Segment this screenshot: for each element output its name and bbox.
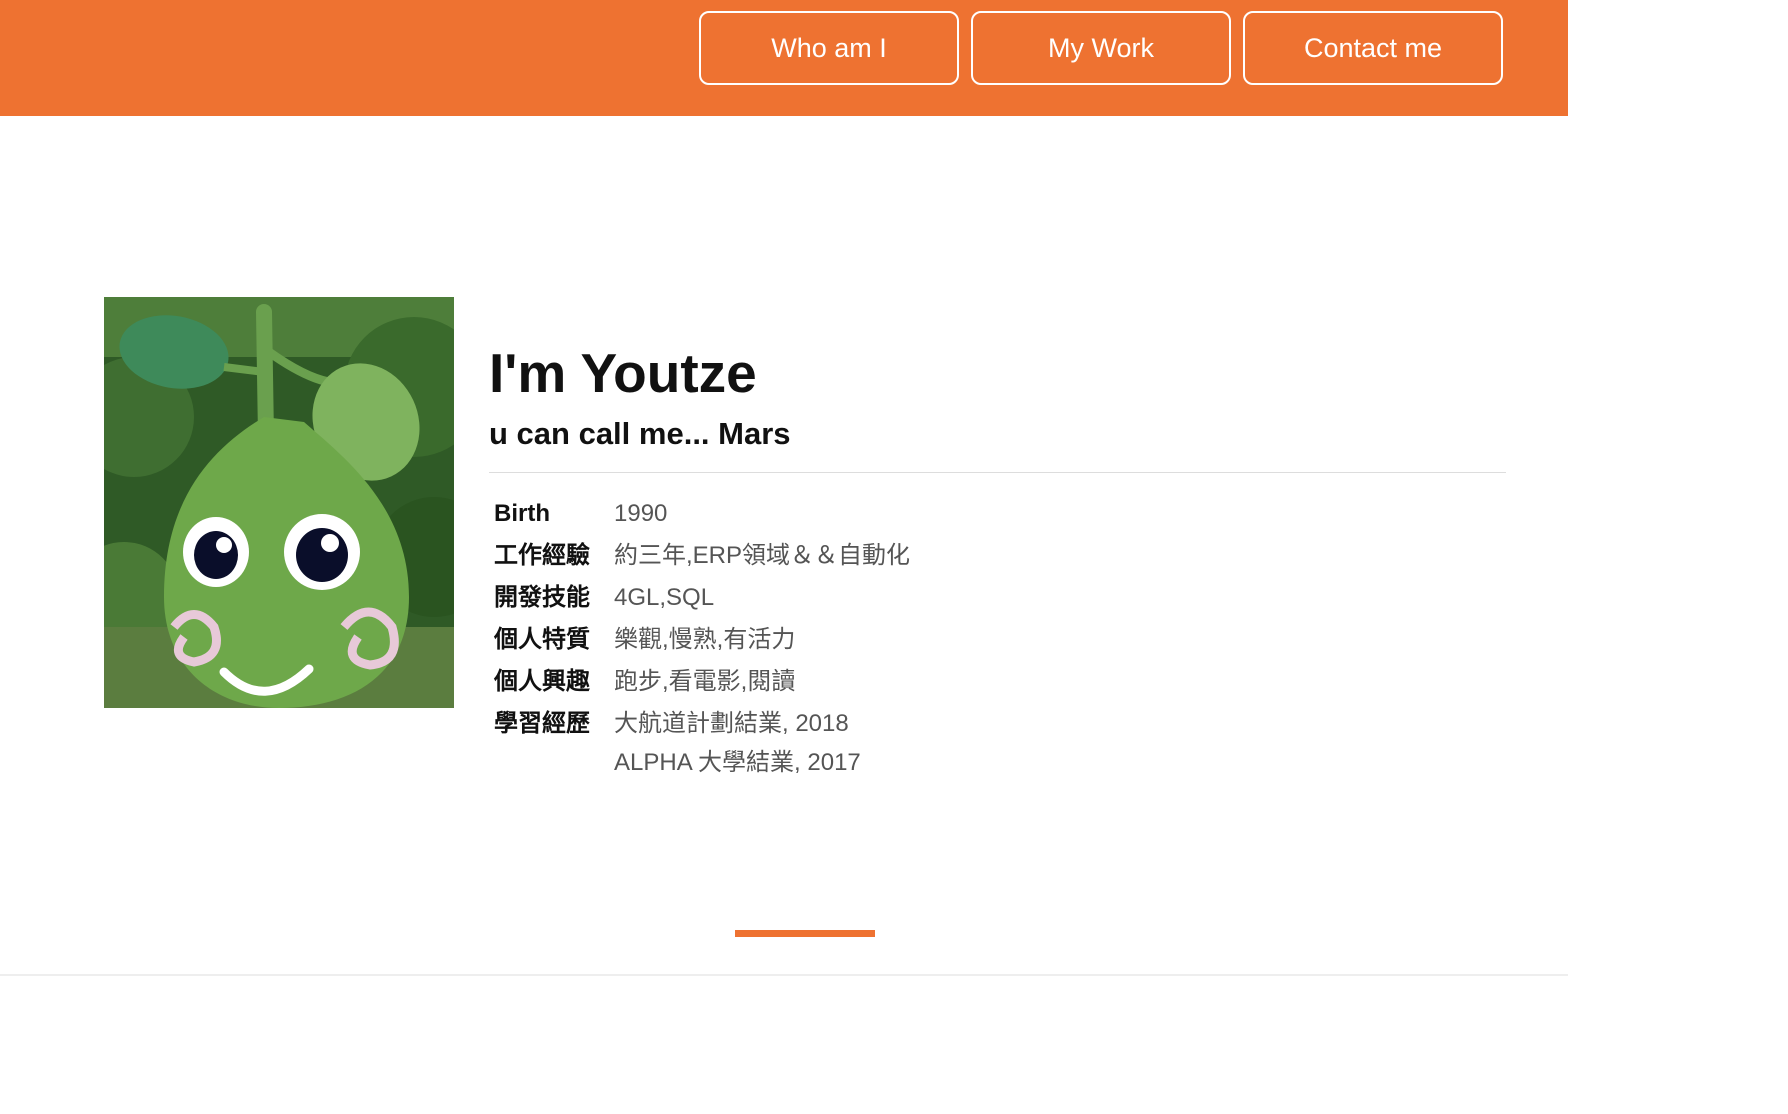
bottom-rule bbox=[0, 974, 1568, 976]
info-value-line: 1990 bbox=[614, 500, 668, 527]
info-label: 開發技能 bbox=[494, 584, 590, 611]
info-value: 跑步,看電影,閱讀 bbox=[614, 661, 910, 703]
info-value-line: 大航道計劃結業, 2018 bbox=[614, 710, 849, 737]
info-row-skills: 開發技能 4GL,SQL bbox=[489, 577, 910, 619]
nav-who-am-i-button[interactable]: Who am I bbox=[699, 11, 959, 85]
info-value: 約三年,ERP領域＆＆自動化 bbox=[614, 535, 910, 577]
nav-my-work-button[interactable]: My Work bbox=[971, 11, 1231, 85]
info-label: 工作經驗 bbox=[494, 542, 590, 569]
info-label: 個人特質 bbox=[494, 626, 590, 653]
info-value-line: 約三年,ERP領域＆＆自動化 bbox=[614, 542, 911, 569]
info-value-line: 樂觀,慢熟,有活力 bbox=[614, 626, 796, 653]
page-title: I'm Youtze bbox=[489, 342, 757, 404]
profile-photo bbox=[104, 297, 454, 708]
info-value: 4GL,SQL bbox=[614, 577, 910, 619]
page: Who am I My Work Contact me I'm Youtze u… bbox=[0, 0, 1568, 976]
info-value: 1990 bbox=[614, 493, 910, 535]
info-row-experience: 工作經驗 約三年,ERP領域＆＆自動化 bbox=[489, 535, 910, 577]
divider bbox=[489, 472, 1506, 473]
nav-contact-me-button[interactable]: Contact me bbox=[1243, 11, 1503, 85]
info-label: 個人興趣 bbox=[494, 668, 590, 695]
info-row-education: 學習經歷 大航道計劃結業, 2018 ALPHA 大學結業, 2017 bbox=[489, 703, 910, 781]
section-accent-bar bbox=[735, 930, 875, 937]
info-row-birth: Birth 1990 bbox=[489, 493, 910, 535]
info-value-line: 跑步,看電影,閱讀 bbox=[614, 668, 796, 695]
info-row-interests: 個人興趣 跑步,看電影,閱讀 bbox=[489, 661, 910, 703]
top-navbar: Who am I My Work Contact me bbox=[0, 0, 1568, 116]
info-value: 大航道計劃結業, 2018 ALPHA 大學結業, 2017 bbox=[614, 703, 910, 781]
info-row-traits: 個人特質 樂觀,慢熟,有活力 bbox=[489, 619, 910, 661]
info-value-line: ALPHA 大學結業, 2017 bbox=[614, 749, 861, 776]
info-label: 學習經歷 bbox=[494, 710, 590, 737]
info-value: 樂觀,慢熟,有活力 bbox=[614, 619, 910, 661]
intro-section: I'm Youtze u can call me... Mars Birth 1… bbox=[489, 340, 1506, 781]
info-label: Birth bbox=[494, 500, 550, 527]
info-value-line: 4GL,SQL bbox=[614, 584, 715, 611]
info-table: Birth 1990 工作經驗 約三年,ERP領域＆＆自動化 開發技能 4GL,… bbox=[489, 493, 910, 781]
page-subtitle: u can call me... Mars bbox=[489, 416, 791, 451]
